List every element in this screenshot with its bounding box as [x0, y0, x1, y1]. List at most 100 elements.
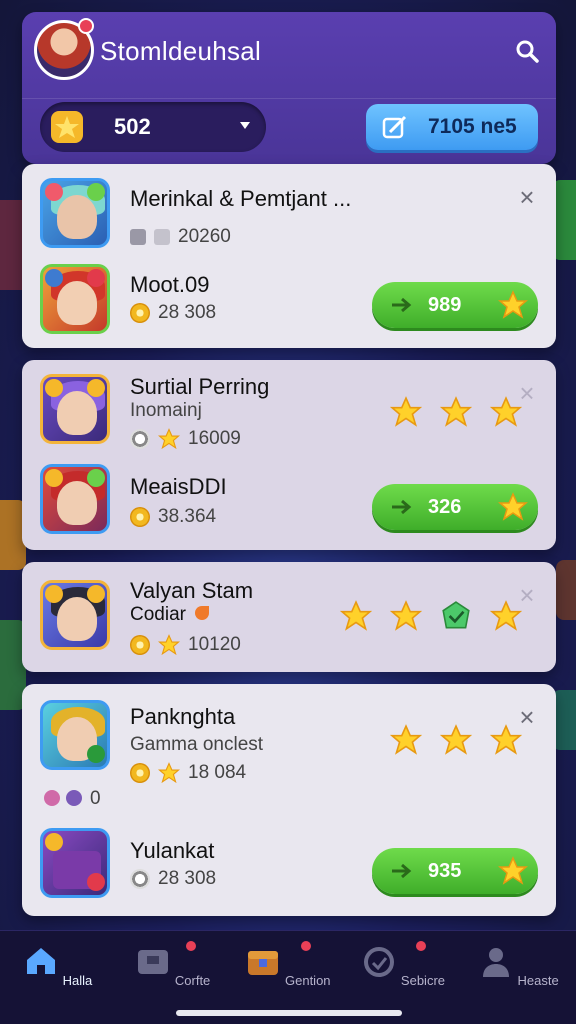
game-meta-value: 18 084 [188, 762, 247, 783]
target-icon [130, 429, 150, 449]
list-item[interactable]: Yulankat 28 308 935 [22, 814, 556, 916]
game-card: Merinkal & Pemtjant ... 20260 × Moot.09 … [22, 164, 556, 348]
target-icon [130, 869, 150, 889]
rating-stars [390, 724, 522, 756]
game-meta: 28 308 [130, 868, 216, 890]
coin-icon [130, 303, 150, 323]
chevron-down-icon [240, 122, 250, 129]
coin-icon [130, 507, 150, 527]
notification-badge [414, 939, 429, 953]
game-card: Panknghta Gamma onclest 18 084 0 × Yulan… [22, 684, 556, 916]
coin-icon [130, 763, 150, 783]
star-icon [498, 290, 528, 319]
star-icon [390, 396, 422, 427]
close-icon[interactable]: × [516, 184, 538, 210]
game-card: Valyan Stam Codiar 10120 × [22, 562, 556, 672]
game-meta: 10120 [130, 634, 241, 656]
list-item[interactable]: Valyan Stam Codiar 10120 × [22, 562, 556, 672]
game-subtitle-text: Codiar [130, 604, 186, 625]
close-icon[interactable]: × [516, 704, 538, 730]
game-thumbnail [40, 580, 110, 650]
notification-badge [183, 939, 198, 953]
flame-icon [195, 606, 210, 620]
edit-icon [382, 115, 407, 139]
list-item[interactable]: Merinkal & Pemtjant ... 20260 × [22, 164, 556, 256]
coin-balance-dropdown[interactable]: 502 [40, 102, 266, 152]
game-subtitle: Codiar [130, 604, 210, 626]
game-meta: 16009 [130, 428, 241, 450]
game-meta: 20260 [130, 226, 231, 248]
star-icon [440, 396, 472, 427]
nav-label: Heaste [517, 973, 559, 988]
star-icon [158, 428, 180, 450]
status-count: 0 [90, 788, 101, 809]
play-button[interactable]: 326 [372, 484, 538, 530]
star-icon [390, 600, 422, 631]
game-thumbnail [40, 178, 110, 248]
nav-label: Corfte [174, 973, 211, 988]
gem-icon [442, 601, 470, 629]
game-meta-value: 16009 [188, 428, 241, 449]
game-meta: 28 308 [130, 302, 216, 324]
rating-stars [340, 600, 522, 632]
app-title: Stomldeuhsal [100, 36, 262, 66]
game-title: MeaisDDI [130, 474, 227, 499]
nav-label: Gention [285, 973, 331, 988]
search-icon[interactable] [512, 36, 542, 66]
star-icon [158, 762, 180, 784]
play-value: 989 [428, 293, 462, 316]
settings-icon [364, 947, 395, 977]
game-meta-value: 28 308 [158, 302, 217, 323]
arrow-right-icon [392, 499, 412, 515]
close-icon[interactable]: × [516, 582, 538, 608]
game-subtitle: Inomainj [130, 400, 202, 421]
close-icon[interactable]: × [516, 380, 538, 406]
status-dot [66, 790, 82, 806]
game-meta-value: 10120 [188, 634, 241, 655]
play-button[interactable]: 989 [372, 282, 538, 328]
nav-label: Sebicre [400, 973, 445, 988]
game-title: Merinkal & Pemtjant ... [130, 186, 352, 211]
play-button[interactable]: 935 [372, 848, 538, 894]
game-thumbnail [40, 700, 110, 770]
game-meta: 18 084 [130, 762, 246, 784]
like-icon [154, 229, 170, 245]
header-divider [22, 98, 556, 99]
game-thumbnail [40, 828, 110, 898]
coin-icon [130, 635, 150, 655]
gem-balance-button[interactable]: 7105 ne5 [366, 104, 538, 150]
list-item[interactable]: MeaisDDI 38.364 326 [22, 456, 556, 550]
game-title: Panknghta [130, 704, 236, 729]
game-meta-value: 28 308 [158, 868, 217, 889]
list-item[interactable]: Moot.09 28 308 989 [22, 256, 556, 348]
nav-item-settings[interactable]: Sebicre [358, 939, 448, 988]
game-title: Moot.09 [130, 272, 210, 297]
game-thumbnail [40, 264, 110, 334]
game-title: Yulankat [130, 838, 215, 863]
play-value: 326 [428, 495, 462, 518]
gem-balance-value: 7105 ne5 [428, 115, 517, 138]
game-meta: 38.364 [130, 506, 216, 528]
star-icon [390, 724, 422, 755]
notification-badge [298, 939, 313, 953]
star-icon [158, 634, 180, 656]
home-indicator [176, 1010, 402, 1016]
list-item[interactable]: Panknghta Gamma onclest 18 084 0 × [22, 684, 556, 814]
nav-item-chest[interactable]: Gention [243, 939, 333, 988]
nav-item-home[interactable]: Halla [13, 943, 103, 988]
top-header: Stomldeuhsal 502 7105 ne5 [22, 12, 556, 164]
play-value: 935 [428, 859, 462, 882]
home-icon [26, 948, 55, 974]
list-item[interactable]: Surtial Perring Inomainj 16009 × [22, 360, 556, 456]
notification-badge [78, 18, 94, 34]
game-meta-value: 20260 [178, 226, 231, 247]
star-icon [340, 600, 372, 631]
arrow-right-icon [392, 297, 412, 313]
star-icon [51, 111, 83, 143]
nav-item-profile[interactable]: Heaste [473, 943, 563, 988]
nav-item-inbox[interactable]: Corfte [128, 939, 218, 988]
pencil-icon [130, 229, 146, 245]
game-title: Surtial Perring [130, 374, 270, 399]
profile-icon [482, 948, 509, 977]
background-block [556, 560, 576, 620]
